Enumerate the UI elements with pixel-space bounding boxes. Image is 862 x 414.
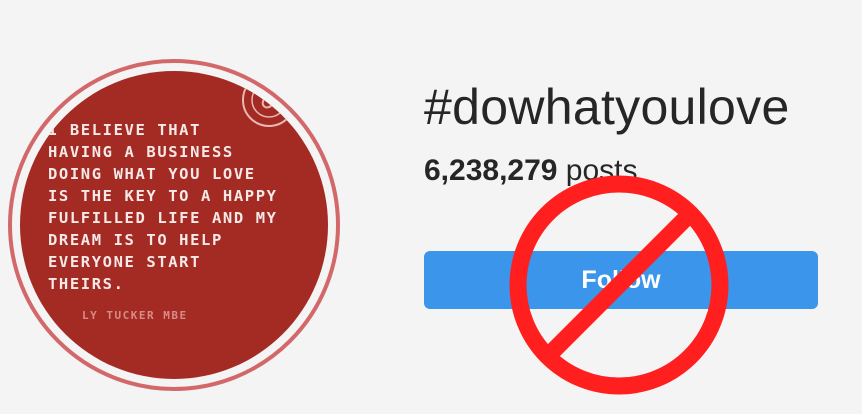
post-count-number: 6,238,279 xyxy=(424,154,558,187)
post-count-label: posts xyxy=(557,154,638,187)
profile-image[interactable]: I BELIEVE THAT HAVING A BUSINESS DOING W… xyxy=(20,71,328,379)
quote-author: LY TUCKER MBE xyxy=(82,309,188,322)
quote-text: I BELIEVE THAT HAVING A BUSINESS DOING W… xyxy=(48,121,278,293)
hashtag-page: I BELIEVE THAT HAVING A BUSINESS DOING W… xyxy=(0,0,862,414)
post-count: 6,238,279 posts xyxy=(424,154,638,188)
dot-decoration xyxy=(50,101,60,111)
page-title: #dowhatyoulove xyxy=(424,79,790,135)
follow-button[interactable]: Follow xyxy=(424,251,818,309)
